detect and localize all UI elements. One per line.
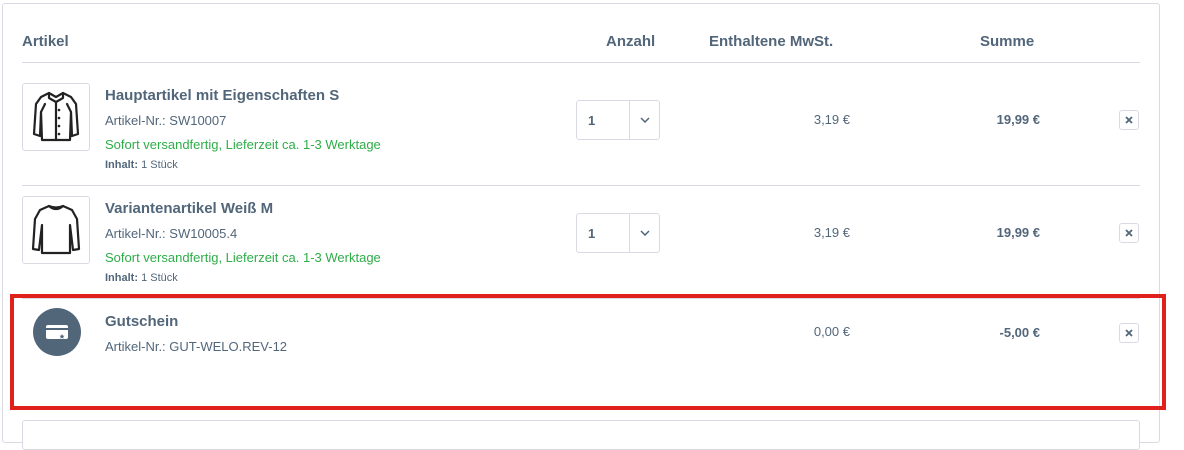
- product-content: Inhalt: 1 Stück: [105, 272, 178, 284]
- column-header-quantity: Anzahl: [606, 33, 656, 50]
- quantity-value: 1: [588, 113, 596, 128]
- item-total: 19,99 €: [996, 225, 1040, 240]
- delivery-info: Sofort versandfertig, Lieferzeit ca. 1-3…: [105, 250, 381, 265]
- product-name-link[interactable]: Variantenartikel Weiß M: [105, 200, 273, 217]
- content-label: Inhalt:: [105, 272, 138, 284]
- jacket-icon: [32, 91, 80, 142]
- product-name-link[interactable]: Hauptartikel mit Eigenschaften S: [105, 87, 339, 104]
- product-sku: Artikel-Nr.: SW10007: [105, 113, 227, 128]
- column-header-total: Summe: [980, 33, 1035, 50]
- product-content: Inhalt: 1 Stück: [105, 159, 178, 171]
- quantity-select[interactable]: 1: [576, 100, 660, 140]
- column-header-tax: Enthaltene MwSt.: [709, 33, 834, 50]
- summary-container: [22, 420, 1140, 450]
- remove-item-button[interactable]: [1119, 223, 1139, 243]
- close-icon: [1125, 229, 1133, 237]
- column-header-article: Artikel: [22, 33, 69, 50]
- highlight-box: [10, 294, 1166, 410]
- product-sku: Artikel-Nr.: SW10005.4: [105, 226, 238, 241]
- product-image[interactable]: [22, 196, 90, 264]
- chevron-down-icon[interactable]: [629, 214, 660, 252]
- item-tax: 3,19 €: [813, 112, 850, 127]
- item-total: 19,99 €: [996, 112, 1040, 127]
- remove-item-button[interactable]: [1119, 110, 1139, 130]
- content-label: Inhalt:: [105, 159, 138, 171]
- header-divider: [22, 62, 1140, 63]
- chevron-down-icon[interactable]: [629, 101, 660, 139]
- content-value: 1 Stück: [141, 159, 178, 171]
- item-tax: 3,19 €: [813, 225, 850, 240]
- close-icon: [1125, 116, 1133, 124]
- content-value: 1 Stück: [141, 272, 178, 284]
- quantity-select[interactable]: 1: [576, 213, 660, 253]
- row-divider: [22, 185, 1140, 186]
- quantity-value: 1: [588, 226, 596, 241]
- longsleeve-shirt-icon: [31, 204, 81, 255]
- product-image[interactable]: [22, 83, 90, 151]
- delivery-info: Sofort versandfertig, Lieferzeit ca. 1-3…: [105, 137, 381, 152]
